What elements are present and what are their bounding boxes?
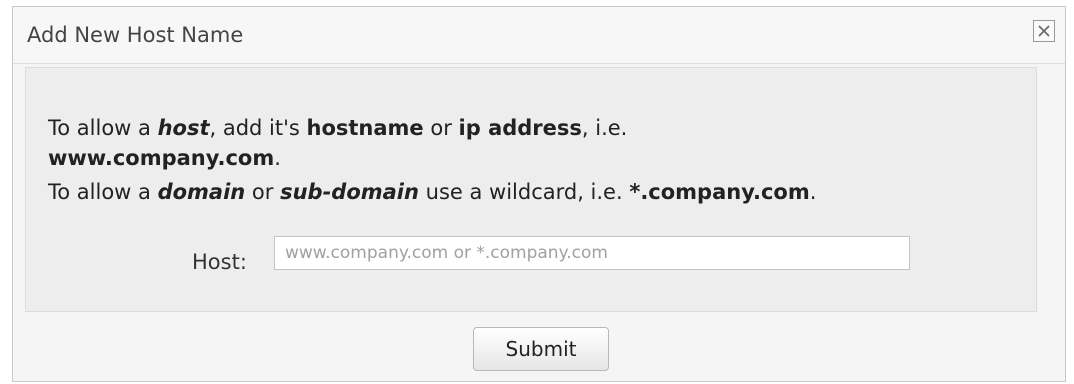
text-fragment: use a wildcard, i.e.: [418, 180, 630, 204]
term-sub-domain: sub-domain: [280, 180, 419, 204]
close-button[interactable]: [1033, 20, 1055, 42]
host-label: Host:: [192, 250, 247, 274]
dialog-titlebar: Add New Host Name: [13, 7, 1065, 64]
term-host: host: [157, 116, 210, 140]
dialog-title: Add New Host Name: [27, 23, 244, 47]
text-fragment: .: [274, 146, 281, 170]
example-wildcard: *.company.com: [629, 180, 810, 204]
instruction-line-2: www.company.com.: [48, 146, 281, 170]
text-fragment: .: [809, 180, 817, 204]
host-input[interactable]: [274, 236, 910, 270]
text-fragment: , i.e.: [581, 116, 628, 140]
submit-button[interactable]: Submit: [473, 327, 609, 371]
instruction-line-1: To allow a host, add it's hostname or ip…: [48, 116, 627, 140]
term-ip-address: ip address: [458, 116, 582, 140]
term-hostname: hostname: [306, 116, 424, 140]
term-domain: domain: [157, 180, 246, 204]
close-icon: [1038, 25, 1050, 37]
text-fragment: or: [423, 116, 459, 140]
instruction-line-3: To allow a domain or sub-domain use a wi…: [48, 180, 816, 204]
example-hostname: www.company.com: [48, 146, 275, 170]
text-fragment: To allow a: [48, 116, 158, 140]
dialog-content: To allow a host, add it's hostname or ip…: [25, 67, 1037, 312]
text-fragment: To allow a: [48, 180, 158, 204]
text-fragment: , add it's: [209, 116, 307, 140]
text-fragment: or: [245, 180, 281, 204]
add-host-dialog: Add New Host Name To allow a host, add i…: [12, 6, 1066, 382]
